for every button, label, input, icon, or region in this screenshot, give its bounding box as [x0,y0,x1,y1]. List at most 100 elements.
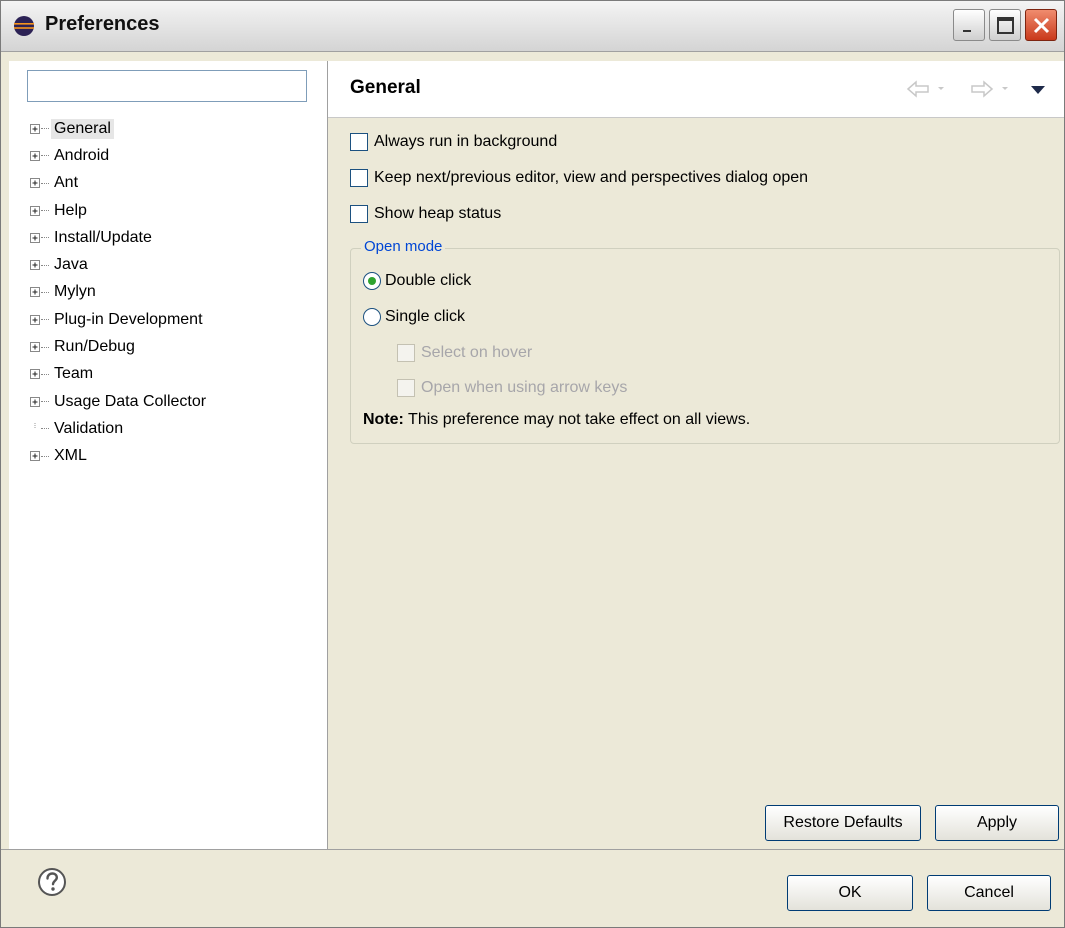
tree-connector [41,155,49,157]
tree-connector [41,264,49,266]
tree-connector [41,319,49,321]
tree-item-label: General [51,118,114,139]
forward-arrow-icon[interactable] [968,79,1018,99]
show-heap-status-checkbox[interactable] [350,205,368,223]
expand-icon[interactable] [29,314,41,326]
double-click-label: Double click [385,272,472,289]
tree-connector [41,401,49,403]
tree-item[interactable]: XML [29,443,209,470]
preferences-window: Preferences General Android Ant Help Install… [0,0,1065,928]
open-arrow-keys-checkbox[interactable] [397,379,415,397]
tree-item-label: Install/Update [54,228,152,246]
tree-item-label: Java [54,256,88,274]
title-bar[interactable]: Preferences [1,1,1064,52]
expand-icon[interactable] [29,232,41,244]
select-on-hover-option[interactable]: Select on hover [397,344,532,362]
always-run-background-option[interactable]: Always run in background [350,133,557,151]
expand-icon[interactable] [29,341,41,353]
tree-item-label: Mylyn [54,283,96,301]
filter-input[interactable] [27,70,307,102]
back-arrow-icon[interactable] [906,79,956,99]
show-heap-status-option[interactable]: Show heap status [350,205,501,223]
page-title: General [350,77,421,98]
tree-item[interactable]: Mylyn [29,279,209,306]
expand-icon[interactable] [29,396,41,408]
single-click-option[interactable]: Single click [363,308,465,326]
single-click-radio[interactable] [363,308,381,326]
close-icon [1033,17,1050,34]
keep-dialog-open-label: Keep next/previous editor, view and pers… [374,169,809,186]
tree-connector [41,237,49,239]
tree-connector [41,346,49,348]
tree-item-label: Plug-in Development [54,310,203,328]
tree-item-label: Usage Data Collector [54,392,207,410]
always-run-background-label: Always run in background [374,133,558,150]
window-title: Preferences [45,13,160,35]
tree-item-label: Ant [54,174,79,192]
tree-item-label: Android [54,146,110,164]
preference-tree: General Android Ant Help Install/Update Java M… [29,115,209,470]
tree-connector [41,128,49,130]
tree-connector [41,210,49,212]
cancel-button[interactable]: Cancel [927,875,1051,911]
page-header: General [328,61,1064,118]
expand-icon[interactable] [29,286,41,298]
select-on-hover-checkbox[interactable] [397,344,415,362]
preference-tree-panel: General Android Ant Help Install/Update Java M… [9,61,328,849]
restore-defaults-button[interactable]: Restore Defaults [765,805,921,841]
preference-page: General Always run in background Keep ne… [328,61,1064,849]
close-button[interactable] [1025,9,1057,41]
tree-connector [41,291,49,293]
tree-item[interactable]: Ant [29,170,209,197]
expand-icon[interactable] [29,205,41,217]
expand-icon[interactable] [29,450,41,462]
tree-item[interactable]: Android [29,142,209,169]
keep-dialog-open-checkbox[interactable] [350,169,368,187]
tree-connector [41,373,49,375]
maximize-button[interactable] [989,9,1021,41]
tree-item-label: Validation [54,419,124,437]
open-mode-group: Open mode Double click Single click Sele… [350,238,1060,444]
apply-button[interactable]: Apply [935,805,1059,841]
open-arrow-keys-label: Open when using arrow keys [421,379,628,396]
expand-icon[interactable] [29,368,41,380]
eclipse-icon [14,16,34,36]
open-arrow-keys-option[interactable]: Open when using arrow keys [397,379,627,397]
expand-icon[interactable] [29,259,41,271]
tree-item[interactable]: Help [29,197,209,224]
double-click-radio[interactable] [363,272,381,290]
ok-button[interactable]: OK [787,875,913,911]
tree-item[interactable]: General [29,115,209,142]
expand-icon[interactable] [29,150,41,162]
keep-dialog-open-option[interactable]: Keep next/previous editor, view and pers… [350,169,808,187]
tree-line-icon [34,422,36,429]
minimize-button[interactable] [953,9,985,41]
tree-item[interactable]: Run/Debug [29,333,209,360]
show-heap-status-label: Show heap status [374,205,502,222]
tree-item-label: Run/Debug [54,338,135,356]
bottom-separator [1,849,1064,850]
open-mode-group-label: Open mode [361,238,446,255]
expand-icon[interactable] [29,177,41,189]
tree-item-label: XML [54,447,87,465]
view-menu-icon[interactable] [1030,85,1046,95]
expand-icon[interactable] [29,123,41,135]
tree-connector [41,455,49,457]
tree-item[interactable]: Usage Data Collector [29,388,209,415]
single-click-label: Single click [385,308,466,325]
double-click-option[interactable]: Double click [363,272,471,290]
tree-item[interactable]: Team [29,361,209,388]
open-mode-note: Note: This preference may not take effec… [363,411,750,429]
tree-connector [41,428,49,430]
tree-item[interactable]: Install/Update [29,224,209,251]
tree-connector [41,182,49,184]
tree-item[interactable]: Plug-in Development [29,306,209,333]
tree-item[interactable]: Validation [29,415,209,442]
tree-item[interactable]: Java [29,251,209,278]
tree-item-label: Team [54,365,94,383]
select-on-hover-label: Select on hover [421,344,533,361]
tree-item-label: Help [54,201,87,219]
always-run-background-checkbox[interactable] [350,133,368,151]
note-text: This preference may not take effect on a… [403,411,751,428]
help-icon[interactable] [37,867,67,897]
